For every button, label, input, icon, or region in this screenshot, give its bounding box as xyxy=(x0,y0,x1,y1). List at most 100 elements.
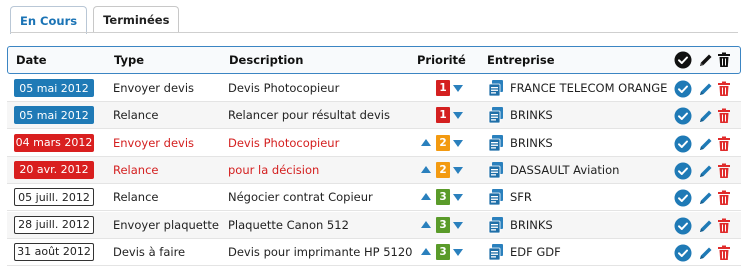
edit-icon[interactable] xyxy=(698,108,714,124)
row-actions xyxy=(674,161,734,181)
delete-icon[interactable] xyxy=(717,163,731,179)
priority-down-icon[interactable] xyxy=(453,139,463,147)
priority-badge: 2 xyxy=(436,134,450,151)
date-badge: 28 juill. 2012 xyxy=(14,215,94,234)
table-row[interactable]: 28 juill. 2012 Envoyer plaquette Plaquette… xyxy=(7,211,741,239)
company-name[interactable]: BRINKS xyxy=(510,136,553,150)
date-badge: 31 août 2012 xyxy=(14,242,94,261)
row-actions xyxy=(674,106,734,126)
row-actions xyxy=(674,188,734,208)
trash-icon[interactable] xyxy=(717,52,731,71)
row-actions xyxy=(674,79,734,99)
priority-up-icon[interactable] xyxy=(421,247,431,255)
tab-divider xyxy=(10,32,738,33)
edit-icon[interactable] xyxy=(698,81,714,97)
column-header-priority[interactable]: Priorité xyxy=(417,53,466,67)
date-badge: 05 juill. 2012 xyxy=(14,188,94,207)
row-actions xyxy=(674,216,734,236)
complete-icon[interactable] xyxy=(674,107,692,125)
edit-icon[interactable] xyxy=(698,190,714,206)
table-row[interactable]: 05 mai 2012 Relance Relancer pour résultat… xyxy=(7,102,741,130)
delete-icon[interactable] xyxy=(717,190,731,206)
task-description: Plaquette Canon 512 xyxy=(228,217,349,232)
company-name[interactable]: BRINKS xyxy=(510,108,553,122)
task-table: Date Type Description Priorité Entrepris… xyxy=(7,46,741,266)
table-row[interactable]: 04 mars 2012 Envoyer devis Devis Photocopi… xyxy=(7,130,741,157)
priority-down-icon[interactable] xyxy=(453,194,463,202)
priority-control: 3 xyxy=(420,188,472,206)
priority-down-icon[interactable] xyxy=(453,221,463,229)
company-icon[interactable] xyxy=(488,80,504,97)
complete-icon[interactable] xyxy=(674,189,692,207)
company-name[interactable]: SFR xyxy=(510,190,532,204)
complete-icon[interactable] xyxy=(674,162,692,180)
task-type: Devis à faire xyxy=(113,244,186,259)
tab-en-cours[interactable]: En Cours xyxy=(10,6,88,34)
priority-down-icon[interactable] xyxy=(453,166,463,174)
task-description: Devis pour imprimante HP 5120 xyxy=(228,244,413,259)
column-header-date[interactable]: Date xyxy=(16,53,47,67)
edit-icon[interactable] xyxy=(698,136,714,152)
task-type: Relance xyxy=(113,190,159,205)
priority-up-icon[interactable] xyxy=(421,138,431,146)
check-all-icon[interactable] xyxy=(674,51,692,72)
company-icon[interactable] xyxy=(488,161,504,179)
task-description: Négocier contrat Copieur xyxy=(228,190,373,205)
priority-badge: 1 xyxy=(436,107,450,124)
company-name[interactable]: BRINKS xyxy=(510,218,553,232)
table-header: Date Type Description Priorité Entrepris… xyxy=(7,46,741,74)
task-type: Envoyer plaquette xyxy=(113,217,219,232)
company-name[interactable]: EDF GDF xyxy=(510,245,561,259)
complete-icon[interactable] xyxy=(674,135,692,153)
date-badge: 04 mars 2012 xyxy=(14,133,94,152)
priority-up-icon[interactable] xyxy=(421,165,431,173)
company-icon[interactable] xyxy=(488,189,504,206)
table-row[interactable]: 31 août 2012 Devis à faire Devis pour impr… xyxy=(7,239,741,266)
task-description: Devis Photocopieur xyxy=(228,135,340,150)
complete-icon[interactable] xyxy=(674,244,692,262)
complete-icon[interactable] xyxy=(674,217,692,235)
column-header-description[interactable]: Description xyxy=(229,53,303,67)
priority-control: 1 xyxy=(420,79,472,97)
priority-control: 1 xyxy=(420,106,472,124)
date-badge: 05 mai 2012 xyxy=(14,106,94,125)
priority-up-icon[interactable] xyxy=(421,193,431,201)
company-name[interactable]: FRANCE TELECOM ORANGE xyxy=(510,81,667,95)
priority-badge: 3 xyxy=(436,216,450,233)
priority-down-icon[interactable] xyxy=(453,85,463,92)
company-icon[interactable] xyxy=(488,216,504,234)
task-type: Envoyer devis xyxy=(113,81,195,95)
delete-icon[interactable] xyxy=(717,108,731,124)
priority-control: 2 xyxy=(420,161,472,179)
delete-icon[interactable] xyxy=(717,218,731,234)
priority-badge: 3 xyxy=(436,189,450,206)
priority-control: 3 xyxy=(420,243,472,261)
tab-terminees[interactable]: Terminées xyxy=(93,6,180,33)
table-row[interactable]: 05 juill. 2012 Relance Négocier contrat Co… xyxy=(7,184,741,212)
task-description: Devis Photocopieur xyxy=(228,81,340,95)
company-icon[interactable] xyxy=(488,243,504,261)
date-badge: 05 mai 2012 xyxy=(14,79,94,97)
table-row[interactable]: 05 mai 2012 Envoyer devis Devis Photocopie… xyxy=(7,75,741,102)
edit-icon[interactable] xyxy=(698,163,714,179)
edit-icon[interactable] xyxy=(698,245,714,261)
delete-icon[interactable] xyxy=(717,136,731,152)
priority-down-icon[interactable] xyxy=(453,248,463,256)
table-row[interactable]: 20 avr. 2012 Relance pour la décision 2 DASS… xyxy=(7,156,741,184)
company-icon[interactable] xyxy=(488,107,504,124)
delete-icon[interactable] xyxy=(717,81,731,97)
column-header-company[interactable]: Entreprise xyxy=(487,53,555,67)
delete-icon[interactable] xyxy=(717,245,731,261)
company-icon[interactable] xyxy=(488,134,504,152)
priority-badge: 3 xyxy=(436,243,450,260)
priority-down-icon[interactable] xyxy=(453,112,463,120)
column-header-type[interactable]: Type xyxy=(114,53,144,67)
pencil-icon[interactable] xyxy=(698,52,714,71)
priority-up-icon[interactable] xyxy=(421,220,431,228)
tab-bar: En Cours Terminées xyxy=(10,6,180,34)
row-actions xyxy=(674,243,734,263)
row-actions xyxy=(674,134,734,154)
complete-icon[interactable] xyxy=(674,80,692,98)
company-name[interactable]: DASSAULT Aviation xyxy=(510,163,619,177)
edit-icon[interactable] xyxy=(698,218,714,234)
